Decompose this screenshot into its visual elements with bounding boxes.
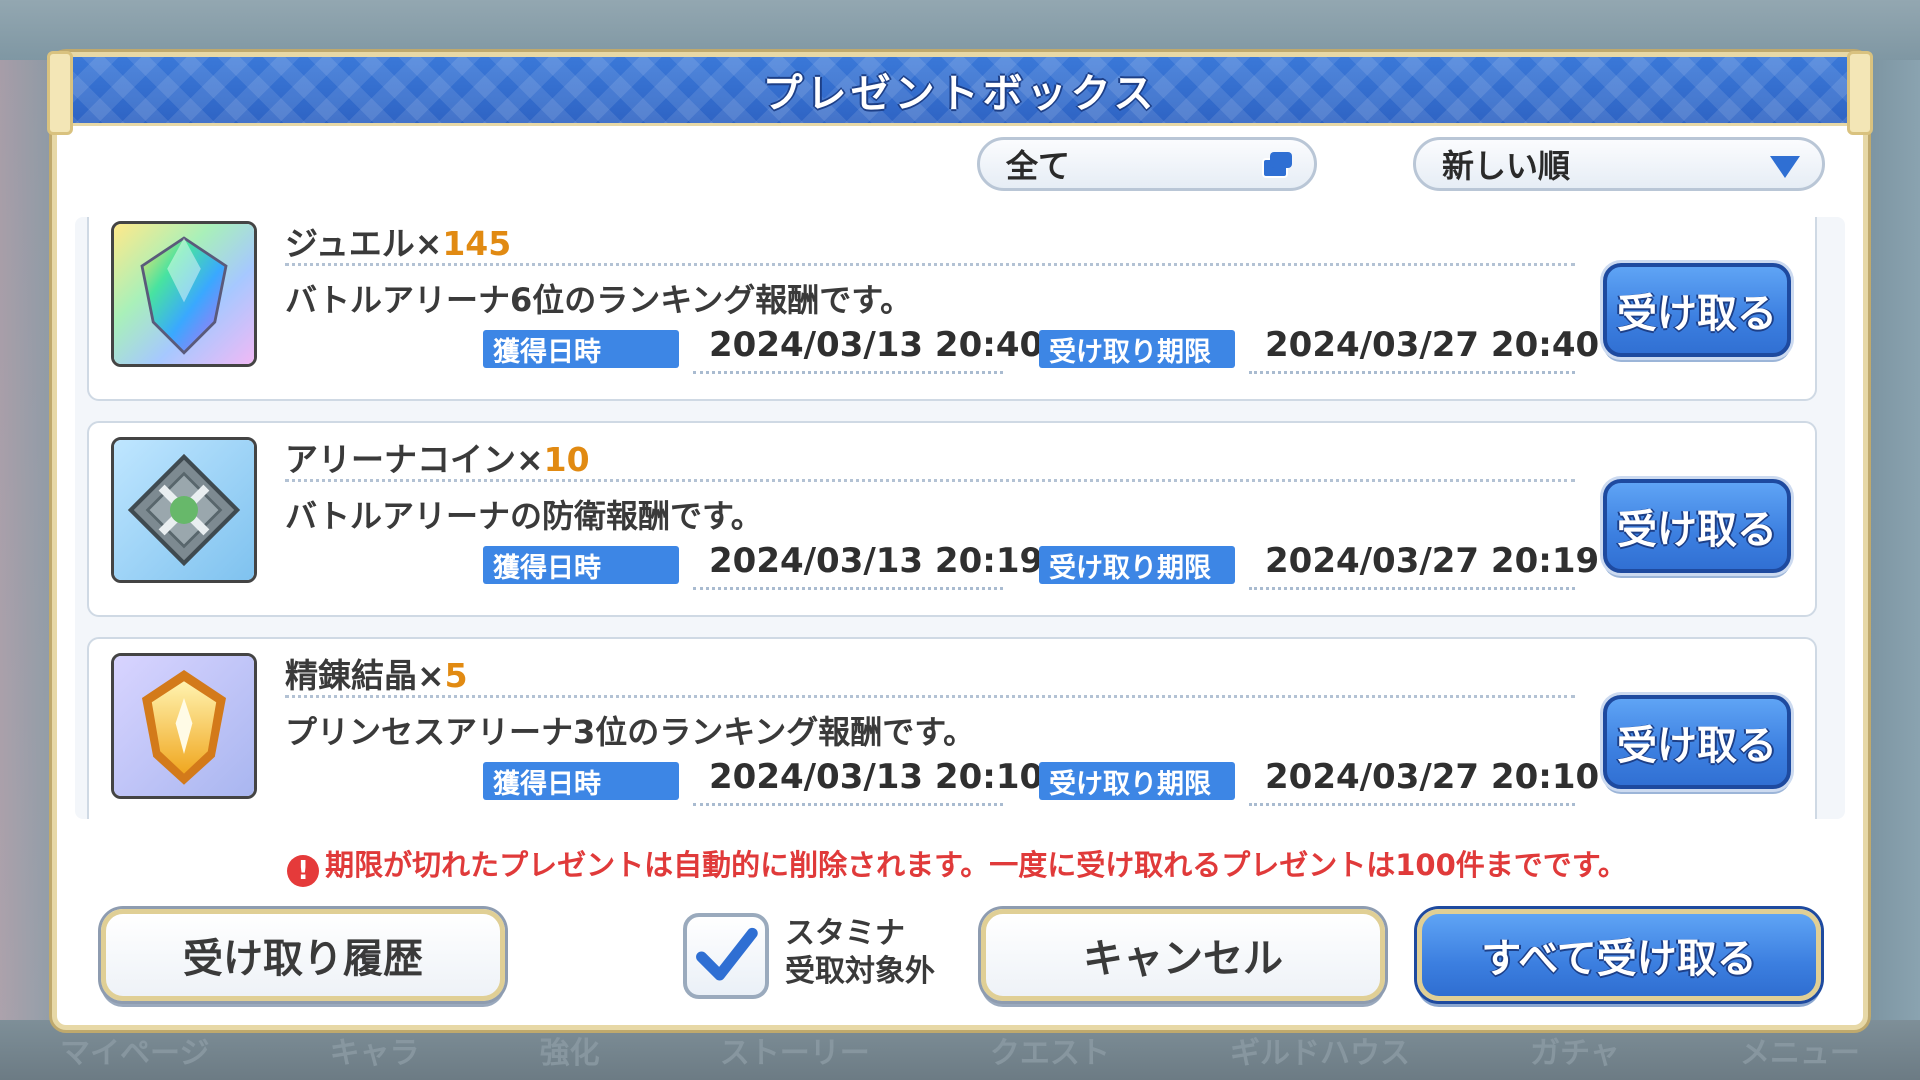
item-title: 精錬結晶×5 bbox=[285, 649, 468, 697]
receive-all-button[interactable]: すべて受け取る bbox=[1417, 909, 1821, 1001]
receive-button[interactable]: 受け取る bbox=[1603, 695, 1791, 789]
item-name: ジュエル× bbox=[285, 224, 443, 263]
present-item: ジュエル×145 バトルアリーナ6位のランキング報酬です。 獲得日時 2024/… bbox=[87, 217, 1817, 401]
obtained-tag: 獲得日時 bbox=[483, 546, 679, 584]
item-title: ジュエル×145 bbox=[285, 217, 511, 265]
notice-message: 期限が切れたプレゼントは自動的に削除されます。一度に受け取れるプレゼントは100… bbox=[325, 848, 1627, 882]
sort-label: 新しい順 bbox=[1442, 147, 1571, 185]
header-ornament-left bbox=[47, 51, 73, 135]
dialog-title: プレゼントボックス bbox=[762, 71, 1158, 117]
nav-quest: クエスト bbox=[989, 1036, 1110, 1071]
nav-gacha: ガチャ bbox=[1530, 1036, 1620, 1071]
header-ornament-right bbox=[1847, 51, 1873, 135]
limit-date: 2024/03/27 20:19 bbox=[1265, 541, 1600, 581]
background-status-bar bbox=[0, 0, 1920, 60]
obtained-tag: 獲得日時 bbox=[483, 762, 679, 800]
item-title: アリーナコイン×10 bbox=[285, 433, 590, 481]
limit-date: 2024/03/27 20:40 bbox=[1265, 325, 1600, 365]
present-list[interactable]: ジュエル×145 バトルアリーナ6位のランキング報酬です。 獲得日時 2024/… bbox=[75, 217, 1845, 819]
limit-tag: 受け取り期限 bbox=[1039, 330, 1235, 368]
limit-tag: 受け取り期限 bbox=[1039, 762, 1235, 800]
divider bbox=[285, 479, 1575, 482]
present-item: アリーナコイン×10 バトルアリーナの防衛報酬です。 獲得日時 2024/03/… bbox=[87, 421, 1817, 617]
divider bbox=[285, 695, 1575, 698]
arena-coin-icon bbox=[111, 437, 257, 583]
divider bbox=[1249, 587, 1575, 590]
present-box-dialog: プレゼントボックス 全て 新しい順 ジュエル×145 バトルアリーナ6位のランキ… bbox=[47, 51, 1873, 1030]
receive-button[interactable]: 受け取る bbox=[1603, 263, 1791, 357]
obtained-tag: 獲得日時 bbox=[483, 330, 679, 368]
item-quantity: 145 bbox=[442, 224, 512, 263]
checkmark-icon bbox=[696, 927, 758, 981]
filter-label: 全て bbox=[1006, 147, 1071, 185]
divider bbox=[1249, 371, 1575, 374]
refine-crystal-icon bbox=[111, 653, 257, 799]
filter-dropdown[interactable]: 全て bbox=[977, 137, 1317, 191]
item-description: バトルアリーナ6位のランキング報酬です。 bbox=[285, 281, 913, 319]
cancel-button[interactable]: キャンセル bbox=[981, 909, 1385, 1001]
item-description: プリンセスアリーナ3位のランキング報酬です。 bbox=[285, 713, 976, 751]
notice-text: ! 期限が切れたプレゼントは自動的に削除されます。一度に受け取れるプレゼントは10… bbox=[207, 842, 1707, 887]
stamina-checkbox[interactable] bbox=[683, 913, 769, 999]
item-quantity: 5 bbox=[444, 656, 468, 695]
nav-mypage: マイページ bbox=[60, 1036, 210, 1071]
limit-tag: 受け取り期限 bbox=[1039, 546, 1235, 584]
present-item: 精錬結晶×5 プリンセスアリーナ3位のランキング報酬です。 獲得日時 2024/… bbox=[87, 637, 1817, 819]
nav-enhance: 強化 bbox=[539, 1036, 600, 1071]
item-quantity: 10 bbox=[543, 440, 590, 479]
stamina-label-line2: 受取対象外 bbox=[785, 954, 935, 989]
divider bbox=[285, 263, 1575, 266]
receive-button[interactable]: 受け取る bbox=[1603, 479, 1791, 573]
item-name: アリーナコイン× bbox=[285, 440, 544, 479]
background-right-decoration bbox=[1870, 60, 1920, 1020]
sort-dropdown[interactable]: 新しい順 bbox=[1413, 137, 1825, 191]
obtained-date: 2024/03/13 20:40 bbox=[709, 325, 1044, 365]
item-name: 精錬結晶× bbox=[285, 656, 445, 695]
background-left-decoration bbox=[0, 60, 60, 1020]
divider bbox=[693, 587, 1003, 590]
chevron-down-icon bbox=[1770, 156, 1800, 178]
dialog-header: プレゼントボックス bbox=[57, 57, 1863, 126]
limit-date: 2024/03/27 20:10 bbox=[1265, 757, 1600, 797]
nav-story: ストーリー bbox=[719, 1036, 870, 1071]
jewel-icon bbox=[111, 221, 257, 367]
nav-guildhouse: ギルドハウス bbox=[1230, 1036, 1410, 1071]
divider bbox=[1249, 803, 1575, 806]
stamina-label-line1: スタミナ bbox=[785, 916, 905, 951]
divider bbox=[693, 803, 1003, 806]
windows-icon bbox=[1262, 152, 1292, 178]
stamina-label: スタミナ 受取対象外 bbox=[785, 915, 935, 991]
obtained-date: 2024/03/13 20:10 bbox=[709, 757, 1044, 797]
nav-chara: キャラ bbox=[329, 1036, 420, 1071]
obtained-date: 2024/03/13 20:19 bbox=[709, 541, 1044, 581]
history-button[interactable]: 受け取り履歴 bbox=[101, 909, 505, 1001]
nav-menu: メニュー bbox=[1739, 1036, 1860, 1071]
warning-icon: ! bbox=[287, 855, 320, 887]
item-description: バトルアリーナの防衛報酬です。 bbox=[285, 497, 763, 535]
divider bbox=[693, 371, 1003, 374]
